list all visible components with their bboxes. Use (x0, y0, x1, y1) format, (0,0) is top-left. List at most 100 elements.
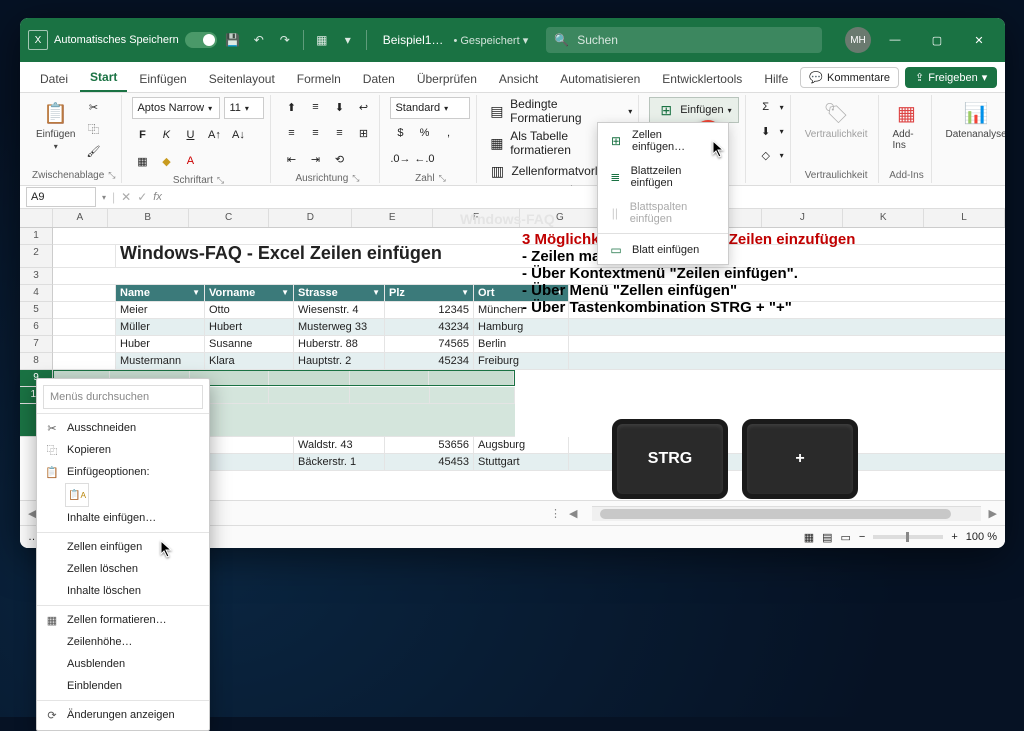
ctx-cut[interactable]: ✂Ausschneiden (37, 417, 209, 439)
autosum-icon[interactable]: Σ (756, 97, 776, 117)
zoom-in-icon[interactable]: + (951, 531, 957, 543)
align-bottom-icon[interactable]: ⬇ (329, 97, 349, 117)
filename[interactable]: Beispiel1… (383, 33, 444, 47)
autosave-toggle[interactable] (185, 32, 217, 48)
merge-icon[interactable]: ⊞ (353, 123, 373, 143)
table-header[interactable]: Strasse▼ (294, 285, 385, 301)
filter-icon[interactable]: ▼ (281, 285, 289, 301)
insert-rows-item[interactable]: ≣Blattzeilen einfügen (598, 159, 728, 195)
table-header[interactable]: Plz▼ (385, 285, 474, 301)
decimal-dec-icon[interactable]: ←.0 (414, 149, 434, 169)
undo-icon[interactable]: ↶ (249, 30, 269, 50)
share-button[interactable]: ⇪Freigeben▾ (905, 67, 997, 88)
qat-icon2[interactable]: ▾ (338, 30, 358, 50)
border-button[interactable]: ▦ (132, 151, 152, 171)
redo-icon[interactable]: ↷ (275, 30, 295, 50)
align-center-icon[interactable]: ≡ (305, 123, 325, 143)
table-header[interactable]: Name▼ (116, 285, 205, 301)
autosave[interactable]: Automatisches Speichern (54, 32, 217, 48)
italic-button[interactable]: K (156, 125, 176, 145)
tab-hilfe[interactable]: Hilfe (754, 66, 798, 92)
save-icon[interactable]: 💾 (223, 30, 243, 50)
comments-button[interactable]: 💬Kommentare (800, 67, 899, 88)
addins-button[interactable]: ▦Add-Ins (889, 97, 925, 153)
ctx-format-cells[interactable]: ▦Zellen formatieren… (37, 609, 209, 631)
wrap-text-icon[interactable]: ↩ (353, 97, 373, 117)
tab-seitenlayout[interactable]: Seitenlayout (199, 66, 285, 92)
align-left-icon[interactable]: ≡ (281, 123, 301, 143)
insert-cells-button[interactable]: ⊞Einfügen▾ (649, 97, 738, 123)
tab-daten[interactable]: Daten (353, 66, 405, 92)
search-input[interactable] (575, 32, 814, 48)
align-right-icon[interactable]: ≡ (329, 123, 349, 143)
name-box[interactable]: A9 (26, 187, 96, 207)
paste-button[interactable]: 📋Einfügen▾ (32, 97, 79, 153)
tab-formeln[interactable]: Formeln (287, 66, 351, 92)
filter-icon[interactable]: ▼ (192, 285, 200, 301)
percent-icon[interactable]: % (414, 123, 434, 143)
ctx-clear[interactable]: Inhalte löschen (37, 580, 209, 602)
ctx-hide[interactable]: Ausblenden (37, 653, 209, 675)
filter-icon[interactable]: ▼ (461, 285, 469, 301)
number-format-select[interactable]: Standard▾ (390, 97, 470, 119)
cancel-formula-icon[interactable]: ✕ (121, 190, 131, 204)
format-painter-icon[interactable]: 🖌 (83, 141, 103, 161)
analysis-button[interactable]: 📊Datenanalyse (942, 97, 1006, 142)
clear-icon[interactable]: ◇ (756, 145, 776, 165)
align-middle-icon[interactable]: ≡ (305, 97, 325, 117)
qat-icon[interactable]: ▦ (312, 30, 332, 50)
paste-option-button[interactable]: 📋A (65, 483, 89, 507)
font-color-button[interactable]: A (180, 151, 200, 171)
ctx-delete-cells[interactable]: Zellen löschen (37, 558, 209, 580)
indent-dec-icon[interactable]: ⇤ (281, 149, 301, 169)
decimal-inc-icon[interactable]: .0→ (390, 149, 410, 169)
tab-datei[interactable]: Datei (30, 66, 78, 92)
view-layout-icon[interactable]: ▤ (822, 531, 832, 544)
bold-button[interactable]: F (132, 125, 152, 145)
filter-icon[interactable]: ▼ (372, 285, 380, 301)
fill-icon[interactable]: ⬇ (756, 121, 776, 141)
font-grow-icon[interactable]: A↑ (204, 125, 224, 145)
maximize-button[interactable]: ▢ (919, 26, 955, 54)
scroll-right-icon[interactable]: ▶ (989, 507, 997, 520)
tab-einfuegen[interactable]: Einfügen (129, 66, 196, 92)
zoom-out-icon[interactable]: − (859, 531, 865, 543)
table-header[interactable]: Vorname▼ (205, 285, 294, 301)
minimize-button[interactable]: — (877, 26, 913, 54)
font-size-select[interactable]: 11▾ (224, 97, 264, 119)
launcher-icon[interactable]: ⤡ (217, 175, 224, 186)
avatar[interactable]: MH (845, 27, 871, 53)
context-menu-search[interactable]: Menüs durchsuchen (43, 385, 203, 409)
align-top-icon[interactable]: ⬆ (281, 97, 301, 117)
insert-cells-item[interactable]: ⊞Zellen einfügen… (598, 123, 728, 159)
insert-sheet-item[interactable]: ▭Blatt einfügen (598, 236, 728, 264)
cut-icon[interactable]: ✂ (83, 97, 103, 117)
underline-button[interactable]: U (180, 125, 200, 145)
zoom-slider[interactable] (873, 535, 943, 539)
orientation-icon[interactable]: ⟲ (329, 149, 349, 169)
comma-icon[interactable]: , (438, 123, 458, 143)
launcher-icon[interactable]: ⤡ (439, 173, 446, 184)
saved-status[interactable]: • Gespeichert ▾ (453, 34, 528, 47)
currency-icon[interactable]: $ (390, 123, 410, 143)
copy-icon[interactable]: ⿻ (83, 119, 103, 139)
cond-format-button[interactable]: ▤Bedingte Formatierung▾ (487, 97, 632, 125)
ctx-unhide[interactable]: Einblenden (37, 675, 209, 697)
tab-entwicklertools[interactable]: Entwicklertools (652, 66, 752, 92)
tab-automatisieren[interactable]: Automatisieren (550, 66, 650, 92)
horizontal-scrollbar[interactable] (592, 506, 981, 521)
ctx-show-changes[interactable]: ⟳Änderungen anzeigen (37, 704, 209, 726)
view-normal-icon[interactable]: ▦ (804, 531, 814, 544)
scroll-left-icon[interactable]: ◀ (569, 507, 577, 520)
close-button[interactable]: ✕ (961, 26, 997, 54)
enter-formula-icon[interactable]: ✓ (137, 190, 147, 204)
tab-start[interactable]: Start (80, 64, 127, 92)
sensitivity-button[interactable]: 🏷Vertraulichkeit (801, 97, 872, 142)
tab-ansicht[interactable]: Ansicht (489, 66, 548, 92)
font-name-select[interactable]: Aptos Narrow▾ (132, 97, 220, 119)
tab-ueberpruefen[interactable]: Überprüfen (407, 66, 487, 92)
search-box[interactable]: 🔍 (546, 27, 822, 53)
fx-icon[interactable]: fx (153, 191, 162, 203)
font-shrink-icon[interactable]: A↓ (228, 125, 248, 145)
view-break-icon[interactable]: ▭ (841, 531, 851, 544)
